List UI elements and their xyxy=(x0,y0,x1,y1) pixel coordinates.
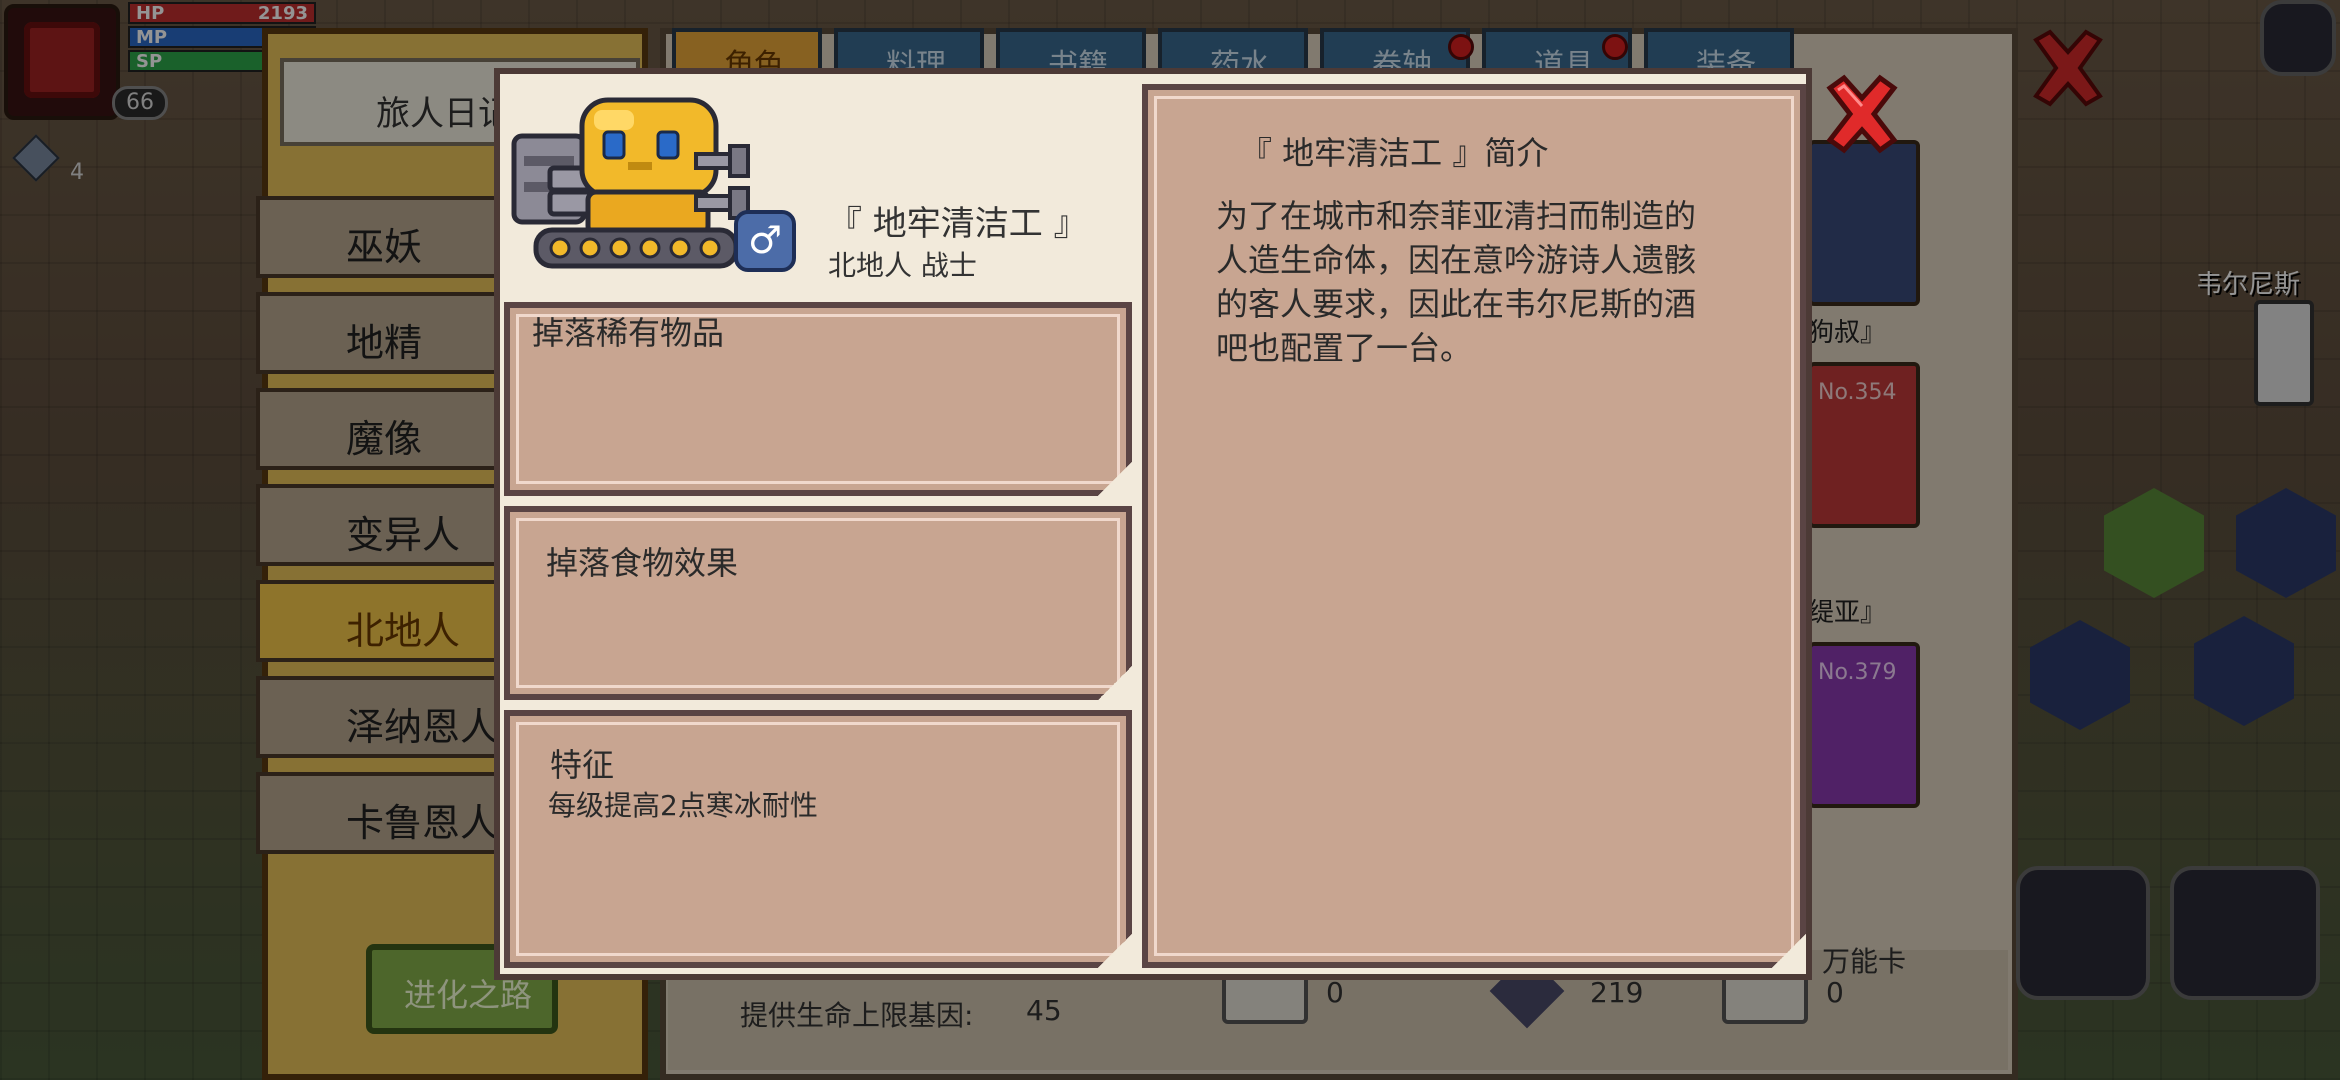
monster-name: 『 地牢清洁工 』 xyxy=(828,204,1088,244)
monster-type: 北地人 战士 xyxy=(828,249,977,282)
drop-rare-items-title: 掉落稀有物品 xyxy=(532,314,725,352)
trait-text: 每级提高2点寒冰耐性 xyxy=(548,789,818,822)
close-icon[interactable] xyxy=(1822,74,1902,154)
description-text: 为了在城市和奈菲亚清扫而制造的 人造生命体，因在意吟游诗人遗骸 的客人要求，因此… xyxy=(1216,197,1697,367)
description-title: 『 地牢清洁工 』简介 xyxy=(1240,134,1549,172)
traits-title: 特征 xyxy=(550,746,615,784)
male-gender-icon: ♂ xyxy=(734,210,796,272)
drop-food-effect-panel xyxy=(504,506,1132,700)
monster-portrait-icon xyxy=(511,97,750,269)
drop-food-effect-title: 掉落食物效果 xyxy=(546,544,739,582)
